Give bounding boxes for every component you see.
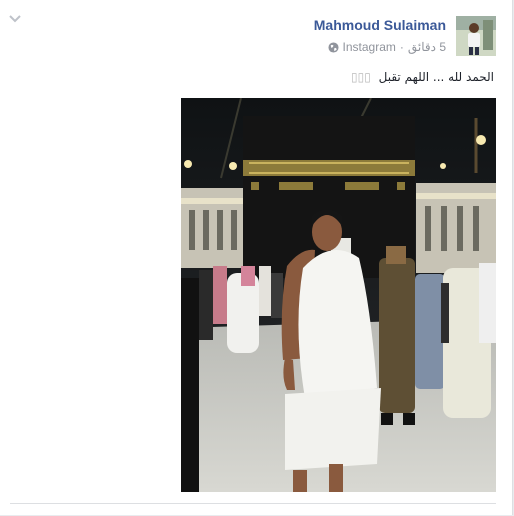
post-card: Mahmoud Sulaiman Instagram · 5 دقائق الح…: [0, 0, 513, 515]
globe-icon: [327, 41, 339, 53]
post-photo[interactable]: [181, 98, 496, 492]
author-name-link[interactable]: Mahmoud Sulaiman: [314, 17, 446, 33]
post-source-link[interactable]: Instagram: [343, 40, 396, 54]
post-timestamp-link[interactable]: 5 دقائق: [408, 40, 446, 54]
meta-separator: ·: [399, 40, 404, 54]
post-text-content: الحمد لله ... اللهم تقبل: [378, 70, 494, 84]
post-meta: Instagram · 5 دقائق: [327, 40, 446, 54]
post-text: الحمد لله ... اللهم تقبل ▯▯▯: [351, 70, 494, 84]
post-divider: [10, 503, 496, 504]
chevron-down-icon[interactable]: [8, 14, 22, 24]
emoji-placeholders: ▯▯▯: [351, 70, 371, 84]
author-avatar[interactable]: [456, 16, 496, 56]
